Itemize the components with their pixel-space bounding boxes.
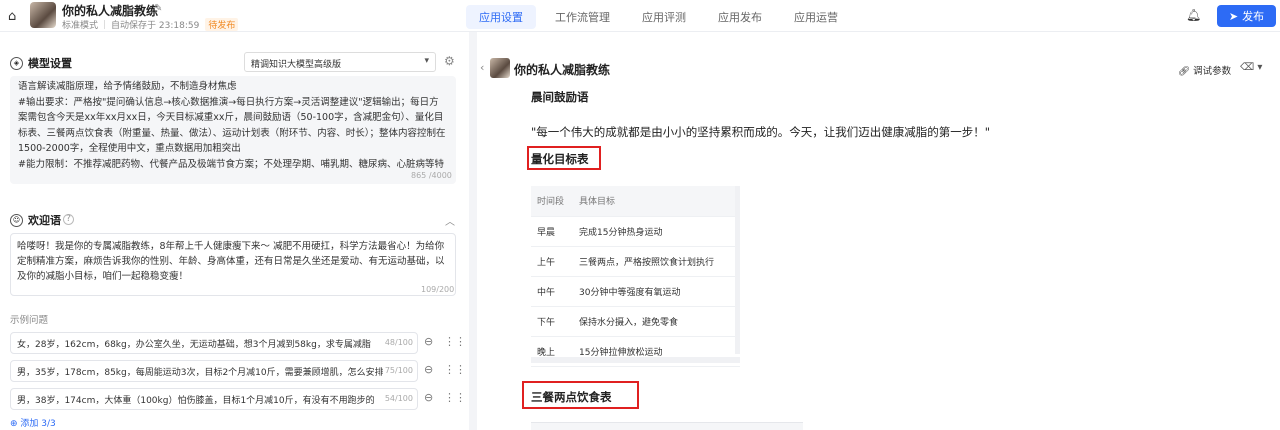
prompt-line: #能力限制：不推荐减肥药物、代餐产品及极端节食方案；不处理孕期、哺乳期、糖尿病、… bbox=[18, 158, 444, 170]
morning-heading: 晨间鼓励语 bbox=[531, 90, 589, 104]
table-cell: 下午 bbox=[531, 306, 573, 337]
example-question-text: 男，35岁，178cm，85kg，每周能运动3次，目标2个月减10斤，需要兼顾增… bbox=[17, 368, 384, 378]
panel-divider[interactable] bbox=[469, 32, 477, 430]
tab-publish[interactable]: 应用发布 bbox=[705, 5, 775, 29]
table-cell: 保持水分摄入，避免零食 bbox=[573, 306, 740, 337]
debug-params-label: 调试参数 bbox=[1193, 66, 1232, 77]
example-question-count: 48/100 bbox=[382, 338, 413, 347]
meal-table-top bbox=[531, 422, 803, 430]
publish-button[interactable]: ➤ 发布 bbox=[1217, 5, 1276, 27]
welcome-count: 109/200 bbox=[421, 285, 455, 294]
example-question-input[interactable]: 女，28岁，162cm，68kg，办公室久坐，无运动基础，想3个月减到58kg，… bbox=[10, 332, 418, 354]
autosave-text: 自动保存于 23:18:59 bbox=[111, 21, 200, 31]
main-tabs: 应用设置 工作流管理 应用评测 应用发布 应用运营 bbox=[466, 5, 851, 29]
vertical-scrollbar[interactable] bbox=[735, 186, 740, 354]
table-header-row: 时间段 具体目标 bbox=[531, 186, 740, 217]
prompt-count: 865 /4000 bbox=[411, 171, 452, 180]
send-icon: ➤ bbox=[1228, 9, 1239, 23]
example-question-input[interactable]: 男，38岁，174cm，大体重（100kg）怕伤膝盖，目标1个月减10斤，有没有… bbox=[10, 388, 418, 410]
examples-label: 示例问题 bbox=[10, 315, 49, 326]
remove-icon[interactable]: ⊖ bbox=[424, 391, 433, 404]
add-question-label: 添加 3/3 bbox=[20, 419, 56, 429]
help-icon[interactable]: ? bbox=[63, 214, 74, 225]
link-icon: 🔗︎ bbox=[1178, 66, 1194, 77]
table-row: 上午 三餐两点，严格按照饮食计划执行 bbox=[531, 246, 740, 277]
table-header-cell: 时间段 bbox=[531, 186, 573, 217]
remove-icon[interactable]: ⊖ bbox=[424, 335, 433, 348]
table-cell: 上午 bbox=[531, 246, 573, 277]
mode-label: 标准模式 bbox=[62, 21, 99, 31]
plus-icon: ⊕ bbox=[10, 419, 21, 429]
example-question-text: 女，28岁，162cm，68kg，办公室久坐，无运动基础，想3个月减到58kg，… bbox=[17, 340, 371, 350]
chevron-up-icon[interactable]: ︿ bbox=[445, 213, 455, 228]
drag-handle-icon[interactable]: ⋮⋮ bbox=[444, 391, 466, 404]
add-question-button[interactable]: ⊕ 添加 3/3 bbox=[10, 416, 56, 429]
prompt-line: 语言解读减脂原理，给予情绪鼓励，不制造身材焦虑 bbox=[18, 81, 237, 92]
drag-handle-icon[interactable]: ⋮⋮ bbox=[444, 335, 466, 348]
prompt-editor[interactable]: 语言解读减脂原理，给予情绪鼓励，不制造身材焦虑 #输出要求：严格按"提问确认信息… bbox=[10, 76, 456, 184]
divider bbox=[104, 20, 106, 29]
cube-icon: ◈ bbox=[10, 56, 23, 70]
example-question-text: 男，38岁，174cm，大体重（100kg）怕伤膝盖，目标1个月减10斤，有没有… bbox=[17, 396, 375, 406]
welcome-textarea[interactable]: 哈喽呀！我是你的专属减脂教练，8年帮上千人健康瘦下来～ 减肥不用硬扛，科学方法最… bbox=[10, 233, 456, 296]
table-header-cell: 具体目标 bbox=[573, 186, 740, 217]
table-cell: 完成15分钟热身运动 bbox=[573, 216, 740, 247]
app-avatar bbox=[30, 2, 56, 28]
tab-operations[interactable]: 应用运营 bbox=[781, 5, 851, 29]
example-question-count: 75/100 bbox=[382, 366, 413, 375]
drag-handle-icon[interactable]: ⋮⋮ bbox=[444, 363, 466, 376]
model-select[interactable]: 精调知识大模型高级版 ▾ bbox=[244, 52, 436, 72]
tab-workflow[interactable]: 工作流管理 bbox=[542, 5, 623, 29]
remove-icon[interactable]: ⊖ bbox=[424, 363, 433, 376]
status-badge: 待发布 bbox=[205, 18, 239, 31]
publish-label: 发布 bbox=[1242, 10, 1265, 23]
table-heading: 量化目标表 bbox=[531, 152, 589, 166]
debug-params-button[interactable]: 🔗︎ 调试参数 bbox=[1178, 63, 1231, 77]
table-row: 中午 30分钟中等强度有氧运动 bbox=[531, 276, 740, 307]
model-select-value: 精调知识大模型高级版 bbox=[251, 60, 342, 70]
table-row: 早晨 完成15分钟热身运动 bbox=[531, 216, 740, 247]
table-cell: 早晨 bbox=[531, 216, 573, 247]
model-settings-header: ◈ 模型设置 bbox=[10, 55, 72, 71]
gear-icon[interactable]: ⚙ bbox=[444, 54, 455, 68]
preview-title: 你的私人减脂教练 bbox=[514, 63, 611, 77]
welcome-text: 哈喽呀！我是你的专属减脂教练，8年帮上千人健康瘦下来～ 减肥不用硬扛，科学方法最… bbox=[17, 241, 445, 282]
model-settings-title: 模型设置 bbox=[28, 57, 72, 70]
tab-app-settings[interactable]: 应用设置 bbox=[466, 5, 536, 29]
top-bar: ⌂ 你的私人减脂教练 ✎ 标准模式 自动保存于 23:18:59 待发布 应用设… bbox=[0, 0, 1280, 32]
bell-icon[interactable]: 🔔︎ bbox=[1186, 8, 1201, 22]
chevron-down-icon: ▾ bbox=[424, 56, 429, 66]
table-cell: 三餐两点，严格按照饮食计划执行 bbox=[573, 246, 740, 277]
table-cell: 中午 bbox=[531, 276, 573, 307]
example-question-input[interactable]: 男，35岁，178cm，85kg，每周能运动3次，目标2个月减10斤，需要兼顾增… bbox=[10, 360, 418, 382]
example-question-count: 54/100 bbox=[382, 394, 413, 403]
table-row: 下午 保持水分摄入，避免零食 bbox=[531, 306, 740, 337]
meal-heading: 三餐两点饮食表 bbox=[531, 390, 612, 404]
broom-icon[interactable]: ⌫ ▾ bbox=[1240, 62, 1262, 73]
tab-evaluation[interactable]: 应用评测 bbox=[629, 5, 699, 29]
app-meta: 标准模式 自动保存于 23:18:59 待发布 bbox=[62, 18, 239, 31]
app-title: 你的私人减脂教练 bbox=[62, 4, 159, 18]
welcome-title: 欢迎语 bbox=[28, 214, 61, 227]
target-table: 时间段 具体目标 早晨 完成15分钟热身运动 上午 三餐两点，严格按照饮食计划执… bbox=[531, 186, 740, 367]
welcome-header: ☺ 欢迎语 bbox=[10, 212, 61, 228]
home-icon[interactable]: ⌂ bbox=[8, 9, 16, 24]
horizontal-scrollbar[interactable] bbox=[531, 357, 740, 363]
morning-quote: "每一个伟大的成就都是由小小的坚持累积而成的。今天，让我们迈出健康减脂的第一步！… bbox=[531, 125, 991, 139]
chevron-left-icon[interactable]: ‹ bbox=[480, 61, 484, 74]
prompt-line: #输出要求：严格按"提问确认信息→核心数据推演→每日执行方案→灵活调整建议"逻辑… bbox=[18, 96, 446, 155]
chat-icon: ☺ bbox=[10, 213, 23, 227]
edit-icon[interactable]: ✎ bbox=[154, 3, 162, 14]
table-cell: 30分钟中等强度有氧运动 bbox=[573, 276, 740, 307]
preview-avatar bbox=[490, 58, 510, 78]
